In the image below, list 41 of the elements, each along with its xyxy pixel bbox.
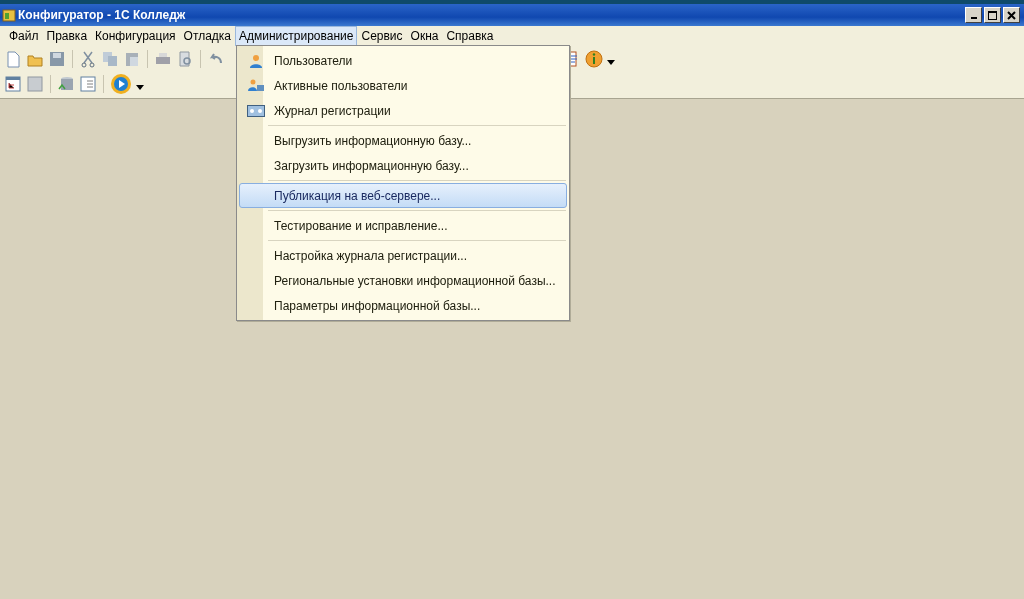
menu-item[interactable]: Правка <box>42 26 92 46</box>
menu-item[interactable]: Справка <box>442 26 498 46</box>
user-computer-icon <box>248 78 264 93</box>
menu-item[interactable]: Загрузить информационную базу... <box>239 153 567 178</box>
minimize-icon <box>970 17 977 19</box>
caret-icon[interactable] <box>136 85 144 90</box>
info-icon[interactable] <box>585 49 603 68</box>
caret-icon[interactable] <box>607 60 615 65</box>
menu-item[interactable]: Администрирование <box>235 26 358 46</box>
menu-item[interactable]: Региональные установки информационной базы... <box>239 268 567 293</box>
menu-item[interactable]: Журнал регистрации <box>239 98 567 123</box>
menu-item[interactable]: Конфигурация <box>91 26 180 46</box>
menu-item[interactable]: Файл <box>5 26 43 46</box>
menu-item[interactable]: Тестирование и исправление... <box>239 213 567 238</box>
play-icon[interactable] <box>110 72 132 95</box>
scissors-icon[interactable] <box>79 49 97 68</box>
menu-item[interactable]: Сервис <box>357 26 407 46</box>
menu-item[interactable]: Параметры информационной базы... <box>239 293 567 318</box>
menu-item[interactable]: Отладка <box>179 26 236 46</box>
menu-item[interactable]: Настройка журнала регистрации... <box>239 243 567 268</box>
maximize-icon <box>988 10 997 20</box>
menu-item[interactable]: Активные пользователи <box>239 73 567 98</box>
close-button[interactable] <box>1003 7 1020 23</box>
app-icon <box>2 8 16 22</box>
preview-icon[interactable] <box>176 49 194 68</box>
user-icon <box>249 53 263 68</box>
tape-icon <box>247 104 265 117</box>
menu-item[interactable]: Публикация на веб-сервере... <box>239 183 567 208</box>
list-window-icon[interactable] <box>79 74 97 93</box>
menu-item[interactable]: Выгрузить информационную базу... <box>239 128 567 153</box>
tree-window-icon[interactable] <box>4 74 22 93</box>
minimize-button[interactable] <box>965 7 982 23</box>
save-icon[interactable] <box>48 49 66 68</box>
maximize-button[interactable] <box>984 7 1001 23</box>
menu-item[interactable]: Пользователи <box>239 48 567 73</box>
copy-icon[interactable] <box>101 49 119 68</box>
new-file-icon[interactable] <box>4 49 22 68</box>
close-icon <box>1007 10 1016 20</box>
window-title: Конфигуратор - 1С Колледж <box>18 8 187 22</box>
database-icon[interactable] <box>57 74 75 93</box>
menu-item[interactable]: Окна <box>406 26 443 46</box>
